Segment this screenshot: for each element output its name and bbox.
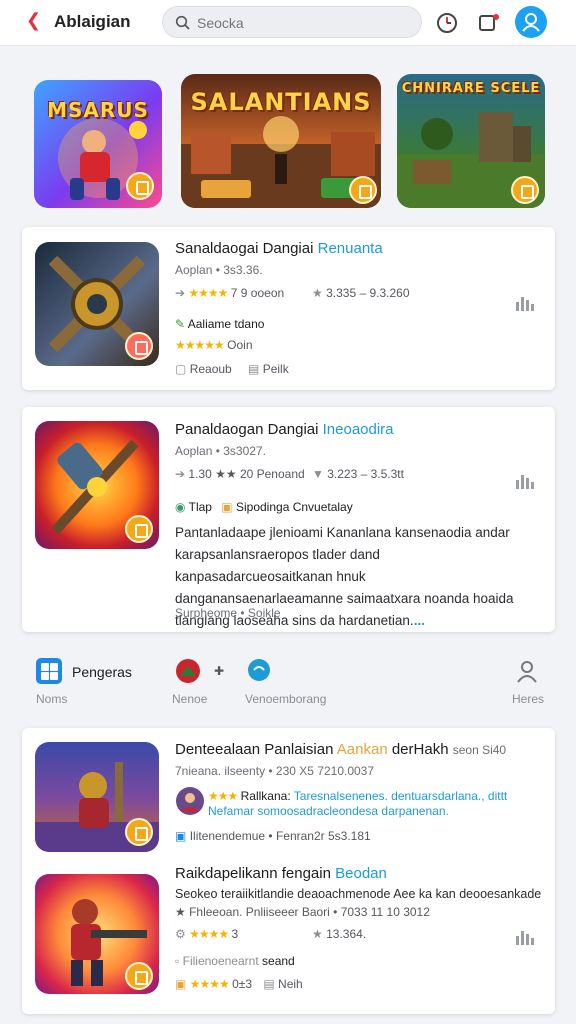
search-box[interactable] [162, 6, 422, 38]
app-thumbnail [35, 242, 159, 366]
star-icon: ★★★★ [188, 286, 228, 300]
bookmark-icon[interactable] [511, 176, 539, 204]
app-subline-2: Seokeo teraiikitlandie deaoachmenode Aee… [175, 887, 542, 901]
app-title: Denteealaan Panlaisian Aankan derHakh se… [175, 741, 507, 758]
featured-tile-title: MSARUS [47, 98, 149, 122]
stat-row: ▼ 3.223 – 3.5.3tt [312, 467, 404, 481]
app-title-2: Raikdapelikann fengain Beodan [175, 865, 387, 882]
search-icon [175, 15, 190, 30]
rating-row: ➔ 1.30 ★★ 20 Penoand [175, 467, 305, 481]
featured-tile-1[interactable]: MSARUS [34, 80, 162, 208]
featured-tile-2[interactable]: SALANTIANS [181, 74, 381, 208]
action-read[interactable]: ▢ Reaoub [175, 362, 232, 376]
stat-row: ★ 13.364. [312, 927, 367, 941]
grid-icon[interactable] [36, 658, 62, 684]
app-thumbnail-2 [35, 874, 159, 994]
app-thumbnail [35, 742, 159, 852]
stat-row: ★ 3.335 – 9.3.260 [312, 286, 410, 300]
nav-label-noms[interactable]: Noms [36, 692, 67, 706]
app-subtitle: Aoplan • 3s3.36. [175, 263, 263, 277]
read-more-link[interactable]: ... [414, 613, 425, 628]
rating-row-2: ★★★★★ Ooin [175, 338, 253, 352]
search-input[interactable] [197, 13, 407, 33]
app-subtitle: Aoplan • 3s3027. [175, 444, 266, 458]
bar-chart-icon[interactable] [516, 929, 538, 945]
rating-row-2: ▣ ★★★★ 0±3 ▤ Neih [175, 977, 303, 991]
app-title: Panaldaogan Dangiai Ineoaodira [175, 421, 394, 438]
bookmark-icon[interactable] [125, 962, 153, 990]
share-icon[interactable] [474, 8, 504, 38]
feature-row: ▫ Filienoenearnt seand [175, 954, 295, 968]
clock-icon[interactable] [432, 8, 462, 38]
author-avatar[interactable] [175, 786, 205, 816]
nav-label-venoemborang[interactable]: Venoemborang [245, 692, 326, 706]
app-card[interactable]: Sanaldaogai Dangiai Renuanta Aoplan • 3s… [22, 227, 555, 390]
feature-row: ✎ Aaliame tdano [175, 317, 265, 331]
app-name: Ablaigian [54, 12, 131, 31]
featured-tile-title: CHNIRARE SCELE [401, 81, 541, 96]
chat-icon[interactable] [246, 658, 272, 684]
action-detail[interactable]: ▤ Peilk [248, 362, 289, 376]
bookmark-icon[interactable] [126, 172, 154, 200]
bookmark-icon[interactable] [125, 332, 153, 360]
app-meta-2: ★ Fhleeoan. Pnliiseeer Baori • 7033 11 1… [175, 905, 430, 919]
tag-row: ◉ Tlap ▣ Sipodinga Cnvuetalay [175, 500, 353, 514]
info-row: ▣ Ilitenendemue • Fenran2r 5s3.181 [175, 829, 371, 843]
rating-row: ⚙ ★★★★ 3 [175, 927, 239, 941]
app-thumbnail [35, 421, 159, 549]
app-card[interactable]: Panaldaogan Dangiai Ineoaodira Aoplan • … [22, 407, 555, 632]
category-nav: Pengeras Noms ✚ Nenoe Venoemborang Heres [0, 650, 576, 712]
tagline-row: Nefamar somoosadracleondesa darpanenan. [208, 804, 449, 818]
bookmark-icon[interactable] [125, 818, 153, 846]
bar-chart-icon[interactable] [516, 295, 538, 311]
app-subtitle: 7nieana. ilseenty • 230 X5 7210.0037 [175, 764, 375, 778]
top-bar: ❮ Ablaigian [0, 0, 576, 46]
bar-chart-icon[interactable] [516, 473, 538, 489]
featured-tile-title: SALANTIANS [190, 88, 372, 116]
app-title: Sanaldaogai Dangiai Renuanta [175, 240, 383, 257]
back-arrow-icon[interactable]: ❮ [26, 10, 41, 31]
app-footer: Surpheome • Soikle [175, 606, 281, 620]
bookmark-icon[interactable] [349, 176, 377, 204]
nav-label-heres[interactable]: Heres [512, 692, 544, 706]
nav-label-nenoe[interactable]: Nenoe [172, 692, 207, 706]
rating-row: ➔ ★★★★ 7 9 ooeon [175, 286, 285, 300]
plus-icon: ✚ [214, 664, 225, 678]
user-avatar-icon[interactable] [515, 6, 547, 38]
app-list-card[interactable]: Denteealaan Panlaisian Aankan derHakh se… [22, 728, 555, 1014]
author-row: ★★★ Rallkana: Taresnalsenenes. dentuarsd… [208, 789, 508, 803]
featured-tile-3[interactable]: CHNIRARE SCELE [397, 74, 545, 208]
person-icon[interactable] [514, 658, 540, 684]
game-icon[interactable] [175, 658, 201, 684]
bookmark-icon[interactable] [125, 515, 153, 543]
nav-item-title[interactable]: Pengeras [72, 664, 132, 680]
